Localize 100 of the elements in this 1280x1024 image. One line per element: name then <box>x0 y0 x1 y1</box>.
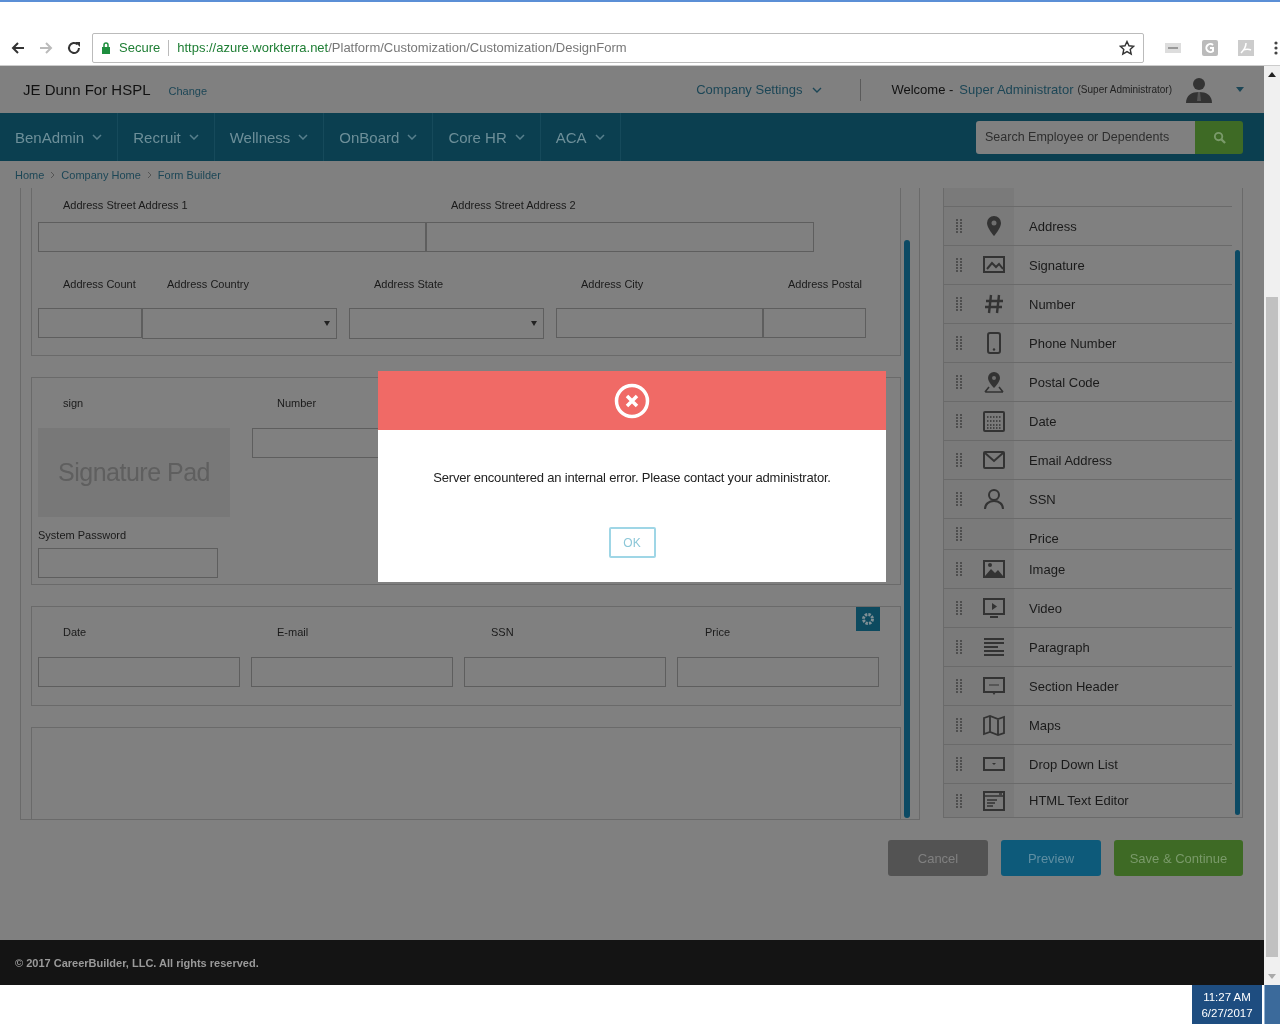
mail-icon <box>982 448 1006 472</box>
caret-icon[interactable] <box>1236 87 1244 92</box>
field-label: Price <box>704 626 732 638</box>
back-icon[interactable] <box>10 39 26 56</box>
search-field[interactable]: Search Employee or Dependents <box>976 120 1195 154</box>
drag-handle-icon[interactable] <box>956 219 962 233</box>
palette-item[interactable]: Paragraph <box>944 628 1232 667</box>
palette-item[interactable]: Maps <box>944 706 1232 745</box>
palette-item[interactable]: Number <box>944 285 1232 324</box>
palette-item[interactable]: Section Header <box>944 667 1232 706</box>
palette-item[interactable]: Video <box>944 589 1232 628</box>
palette-item[interactable]: SSN <box>944 480 1232 519</box>
text-field[interactable] <box>464 657 666 687</box>
change-link[interactable]: Change <box>168 85 208 97</box>
drag-handle-icon[interactable] <box>956 258 962 272</box>
palette-item[interactable]: Phone Number <box>944 324 1232 363</box>
forward-icon[interactable] <box>38 39 54 56</box>
drag-handle-icon[interactable] <box>956 601 962 615</box>
map-icon <box>982 713 1006 737</box>
drag-handle-icon[interactable] <box>956 414 962 428</box>
text-field[interactable] <box>556 308 763 338</box>
palette-item[interactable]: Address <box>944 207 1232 246</box>
drag-handle-icon[interactable] <box>956 297 962 311</box>
text-field[interactable] <box>38 222 426 252</box>
breadcrumb-link[interactable]: Form Builder <box>157 168 221 181</box>
nav-menu[interactable]: ACA <box>540 113 621 161</box>
search-icon <box>1212 130 1226 144</box>
drag-handle-icon[interactable] <box>956 336 962 350</box>
nav-menu[interactable]: Core HR <box>433 113 541 161</box>
text-field[interactable] <box>38 657 240 687</box>
hash-icon <box>982 292 1006 316</box>
field-label: Address Country <box>166 278 250 290</box>
drag-handle-icon[interactable] <box>956 492 962 506</box>
palette-item[interactable]: Drop Down List <box>944 745 1232 784</box>
dropdown[interactable] <box>142 308 337 339</box>
drag-handle-icon[interactable] <box>956 527 962 541</box>
field-label: Address State <box>373 278 445 290</box>
chevron-icon <box>407 134 418 140</box>
settings-icon[interactable] <box>856 607 880 631</box>
dropdown[interactable] <box>349 308 544 339</box>
taskbar-clock[interactable]: 11:27 AM 6/27/2017 <box>1192 985 1262 1024</box>
nav-menu[interactable]: BenAdmin <box>0 113 119 161</box>
caret-icon <box>531 321 537 326</box>
caret-icon <box>324 321 330 326</box>
palette-item[interactable]: Postal Code <box>944 363 1232 402</box>
field-label: Address Postal <box>787 278 863 290</box>
error-message: Server encountered an internal error. Please contact your administrator. <box>433 470 831 485</box>
chevron-icon <box>594 134 605 140</box>
reload-icon[interactable] <box>66 39 82 56</box>
lock-icon <box>101 41 111 54</box>
drag-handle-icon[interactable] <box>956 793 962 808</box>
drag-handle-icon[interactable] <box>956 562 962 576</box>
chevron-icon <box>92 134 103 140</box>
palette-item[interactable]: Price <box>944 519 1232 550</box>
field-label: Address City <box>580 278 645 290</box>
scroll-down-icon[interactable] <box>1268 974 1276 979</box>
chevron-icon <box>146 170 152 179</box>
star-icon[interactable] <box>1119 39 1135 56</box>
drag-handle-icon[interactable] <box>956 679 962 693</box>
user-name-link[interactable]: Super Administrator <box>959 82 1074 97</box>
secure-label: Secure <box>119 40 161 55</box>
field-label: System Password <box>38 529 128 541</box>
text-field[interactable] <box>251 657 453 687</box>
menu-icon[interactable] <box>1274 39 1278 56</box>
search-button[interactable] <box>1195 120 1243 154</box>
palette-item[interactable]: Date <box>944 402 1232 441</box>
palette-item[interactable]: Signature <box>944 246 1232 285</box>
pdf-icon[interactable] <box>1238 39 1254 56</box>
password-field[interactable] <box>38 548 218 578</box>
palette-item[interactable]: Email Address <box>944 441 1232 480</box>
drag-handle-icon[interactable] <box>956 453 962 467</box>
text-field[interactable] <box>763 308 866 338</box>
text-field[interactable] <box>426 222 814 252</box>
breadcrumb-link[interactable]: Home <box>15 168 45 181</box>
drag-handle-icon[interactable] <box>956 375 962 389</box>
palette-item[interactable]: Image <box>944 550 1232 589</box>
video-icon <box>982 596 1006 620</box>
nav-menu[interactable]: Recruit <box>118 113 215 161</box>
drag-handle-icon[interactable] <box>956 757 962 771</box>
palette-item[interactable]: HTML Text Editor <box>944 784 1232 817</box>
scrollbar[interactable] <box>1235 250 1240 815</box>
nav-menu[interactable]: Wellness <box>214 113 325 161</box>
location-icon <box>982 370 1006 394</box>
address-bar[interactable]: Secure https://azure.workterra.net/Platform/Customization/Customization/DesignForm <box>92 32 1144 63</box>
company-settings-menu[interactable]: Company Settings <box>696 82 823 97</box>
field-label: Number <box>276 397 317 409</box>
chevron-icon <box>514 134 525 140</box>
drag-handle-icon[interactable] <box>956 718 962 732</box>
field-label: Address Count <box>62 278 137 290</box>
drag-handle-icon[interactable] <box>956 640 962 654</box>
text-field[interactable] <box>677 657 879 687</box>
scroll-up-icon[interactable] <box>1268 72 1276 77</box>
extension-icon[interactable] <box>1202 39 1218 56</box>
show-desktop-button[interactable] <box>1264 985 1280 1024</box>
scroll-thumb[interactable] <box>1266 297 1278 957</box>
text-field[interactable] <box>38 308 142 338</box>
breadcrumb-link[interactable]: Company Home <box>61 168 141 181</box>
extension-icon[interactable] <box>1164 40 1182 55</box>
scrollbar[interactable] <box>904 240 910 818</box>
nav-menu[interactable]: OnBoard <box>324 113 434 161</box>
